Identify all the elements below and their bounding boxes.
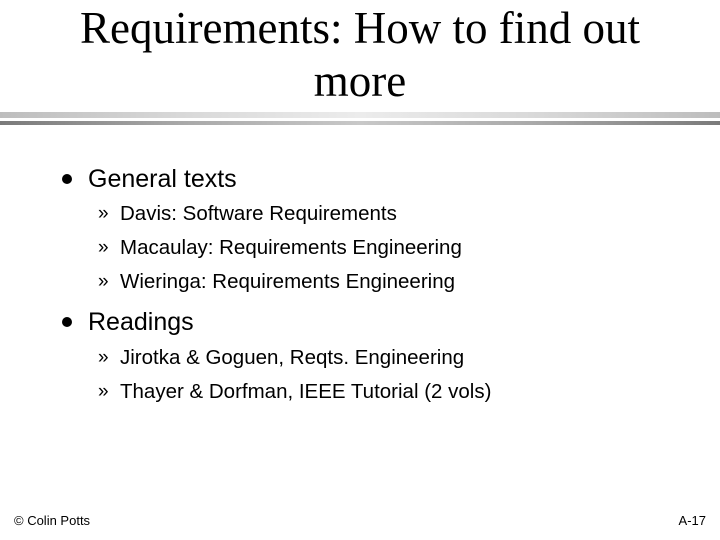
sub-bullet-text: Wieringa: Requirements Engineering: [120, 270, 456, 293]
bullet-dot-icon: [62, 174, 72, 184]
footer-copyright: © Colin Potts: [14, 513, 91, 528]
chevron-right-double-icon: »: [98, 203, 109, 224]
sub-bullet-text: Jirotka & Goguen, Reqts. Engineering: [120, 346, 465, 369]
slide-title: Requirements: How to find out more: [0, 2, 720, 108]
chevron-right-double-icon: »: [98, 271, 109, 292]
sub-bullet-text: Macaulay: Requirements Engineering: [120, 236, 462, 259]
chevron-right-double-icon: »: [98, 347, 109, 368]
sub-bullet-item: » Davis: Software Requirements: [98, 201, 397, 227]
title-line-1: Requirements: How to find out: [80, 3, 640, 53]
bullet-general-texts: General texts: [62, 163, 237, 195]
footer-page-number: A-17: [678, 513, 706, 528]
sub-bullet-item: » Thayer & Dorfman, IEEE Tutorial (2 vol…: [98, 379, 491, 405]
title-divider-top: [0, 112, 720, 118]
bullet-readings: Readings: [62, 306, 194, 338]
bullet-dot-icon: [62, 317, 72, 327]
sub-bullet-item: » Jirotka & Goguen, Reqts. Engineering: [98, 345, 464, 371]
bullet-label: Readings: [88, 308, 194, 336]
chevron-right-double-icon: »: [98, 381, 109, 402]
sub-bullet-item: » Wieringa: Requirements Engineering: [98, 269, 455, 295]
sub-bullet-text: Davis: Software Requirements: [120, 202, 397, 225]
bullet-label: General texts: [88, 165, 237, 193]
sub-bullet-item: » Macaulay: Requirements Engineering: [98, 235, 462, 261]
sub-bullet-text: Thayer & Dorfman, IEEE Tutorial (2 vols): [120, 380, 492, 403]
title-divider-bottom: [0, 121, 720, 125]
title-line-2: more: [313, 56, 407, 106]
chevron-right-double-icon: »: [98, 237, 109, 258]
